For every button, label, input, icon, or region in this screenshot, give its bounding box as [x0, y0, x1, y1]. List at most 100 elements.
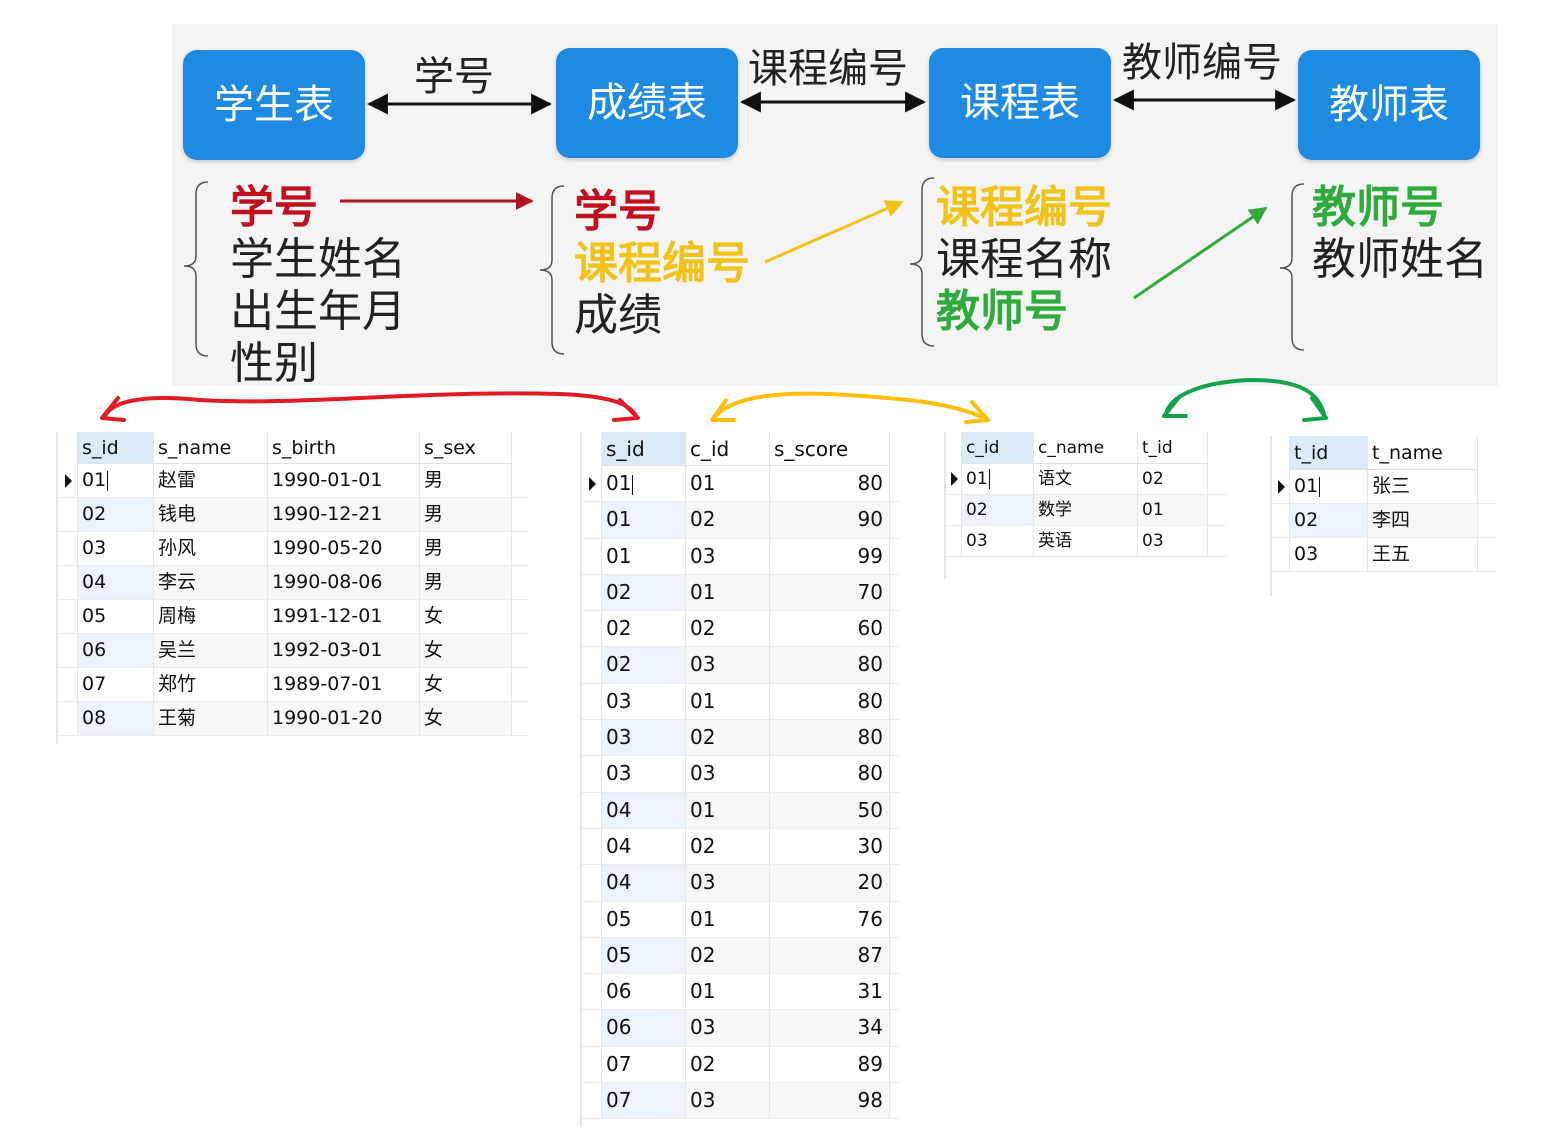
- cell-s-id[interactable]: 04: [602, 828, 686, 865]
- cell-c-id[interactable]: 01: [686, 792, 770, 828]
- row-indicator[interactable]: [582, 683, 602, 720]
- current-row-indicator[interactable]: [582, 466, 602, 502]
- cell-s-sex[interactable]: 男: [420, 532, 512, 565]
- table-row[interactable]: 03 01 80: [582, 683, 900, 721]
- row-indicator[interactable]: [58, 566, 78, 599]
- column-header-c-name[interactable]: c_name: [1034, 432, 1138, 464]
- cell-s-id[interactable]: 02: [602, 611, 686, 647]
- cell-c-id[interactable]: 02: [686, 502, 770, 538]
- table-row[interactable]: 05 周梅 1991-12-01 女: [58, 600, 528, 634]
- cell-s-name[interactable]: 周梅: [154, 600, 268, 633]
- cell-s-id[interactable]: 01: [602, 538, 686, 574]
- cell-t-id[interactable]: 03: [1290, 538, 1368, 571]
- cell-s-id[interactable]: 04: [602, 865, 686, 901]
- row-indicator[interactable]: [582, 720, 602, 756]
- cell-s-id[interactable]: 01: [78, 464, 154, 497]
- cell-s-id[interactable]: 07: [78, 668, 154, 701]
- cell-s-id[interactable]: 06: [78, 634, 154, 667]
- column-header-s-score[interactable]: s_score: [770, 432, 890, 466]
- row-indicator[interactable]: [1272, 504, 1290, 537]
- table-row[interactable]: 07 03 98: [582, 1083, 900, 1120]
- cell-s-id[interactable]: 07: [602, 1083, 686, 1119]
- cell-s-birth[interactable]: 1990-12-21: [268, 498, 420, 531]
- row-indicator[interactable]: [582, 792, 602, 828]
- cell-c-id[interactable]: 01: [686, 901, 770, 937]
- table-row[interactable]: 06 吴兰 1992-03-01 女: [58, 634, 528, 668]
- cell-s-score[interactable]: 80: [770, 720, 890, 756]
- table-row[interactable]: 05 02 87: [582, 937, 900, 975]
- row-indicator[interactable]: [58, 702, 78, 735]
- column-header-c-id[interactable]: c_id: [962, 432, 1034, 464]
- cell-s-name[interactable]: 吴兰: [154, 634, 268, 667]
- cell-s-score[interactable]: 34: [770, 1010, 890, 1046]
- cell-c-id[interactable]: 01: [686, 466, 770, 502]
- row-indicator[interactable]: [582, 865, 602, 901]
- row-indicator[interactable]: [582, 647, 602, 683]
- table-row[interactable]: 03 02 80: [582, 720, 900, 757]
- table-row[interactable]: 01 赵雷 1990-01-01 男: [58, 464, 528, 498]
- table-row[interactable]: 01 张三: [1272, 470, 1496, 504]
- cell-s-sex[interactable]: 女: [420, 634, 512, 667]
- cell-c-id[interactable]: 03: [686, 756, 770, 792]
- row-indicator[interactable]: [582, 502, 602, 538]
- cell-s-sex[interactable]: 女: [420, 668, 512, 701]
- cell-s-id[interactable]: 05: [602, 901, 686, 937]
- cell-s-score[interactable]: 80: [770, 683, 890, 720]
- table-row[interactable]: 02 03 80: [582, 647, 900, 684]
- cell-s-score[interactable]: 50: [770, 792, 890, 828]
- cell-s-id[interactable]: 03: [602, 720, 686, 756]
- column-header-s-name[interactable]: s_name: [154, 432, 268, 464]
- cell-t-id[interactable]: 03: [1138, 526, 1208, 556]
- row-indicator[interactable]: [582, 574, 602, 611]
- cell-s-sex[interactable]: 男: [420, 566, 512, 599]
- cell-t-name[interactable]: 王五: [1368, 538, 1478, 571]
- row-indicator[interactable]: [946, 526, 962, 556]
- cell-s-sex[interactable]: 男: [420, 498, 512, 531]
- row-indicator[interactable]: [582, 1046, 602, 1083]
- column-header-s-birth[interactable]: s_birth: [268, 432, 420, 464]
- column-header-s-id[interactable]: s_id: [602, 432, 686, 466]
- cell-c-id[interactable]: 03: [686, 1083, 770, 1119]
- cell-c-id[interactable]: 03: [686, 538, 770, 574]
- cell-s-score[interactable]: 76: [770, 901, 890, 937]
- cell-s-birth[interactable]: 1989-07-01: [268, 668, 420, 701]
- table-row[interactable]: 02 钱电 1990-12-21 男: [58, 498, 528, 532]
- cell-s-score[interactable]: 70: [770, 574, 890, 611]
- table-row[interactable]: 01 03 99: [582, 538, 900, 575]
- cell-s-name[interactable]: 赵雷: [154, 464, 268, 497]
- cell-c-name[interactable]: 数学: [1034, 495, 1138, 525]
- cell-s-sex[interactable]: 女: [420, 702, 512, 735]
- cell-t-id[interactable]: 01: [1138, 495, 1208, 525]
- cell-s-sex[interactable]: 女: [420, 600, 512, 633]
- cell-s-id[interactable]: 02: [78, 498, 154, 531]
- cell-t-name[interactable]: 李四: [1368, 504, 1478, 537]
- cell-c-id[interactable]: 02: [686, 937, 770, 974]
- table-row[interactable]: 03 孙风 1990-05-20 男: [58, 532, 528, 566]
- cell-s-birth[interactable]: 1992-03-01: [268, 634, 420, 667]
- cell-s-id[interactable]: 06: [602, 1010, 686, 1046]
- row-indicator[interactable]: [582, 901, 602, 937]
- current-row-indicator[interactable]: [1272, 470, 1290, 503]
- row-indicator[interactable]: [58, 600, 78, 633]
- cell-s-id[interactable]: 04: [78, 566, 154, 599]
- cell-c-id[interactable]: 01: [962, 464, 1034, 494]
- cell-s-name[interactable]: 李云: [154, 566, 268, 599]
- cell-s-score[interactable]: 30: [770, 828, 890, 865]
- row-indicator[interactable]: [58, 634, 78, 667]
- table-row[interactable]: 07 郑竹 1989-07-01 女: [58, 668, 528, 702]
- cell-c-id[interactable]: 03: [686, 1010, 770, 1046]
- cell-s-score[interactable]: 80: [770, 756, 890, 792]
- cell-s-birth[interactable]: 1991-12-01: [268, 600, 420, 633]
- table-row[interactable]: 06 03 34: [582, 1010, 900, 1047]
- cell-c-name[interactable]: 英语: [1034, 526, 1138, 556]
- row-indicator[interactable]: [58, 668, 78, 701]
- column-header-t-name[interactable]: t_name: [1368, 436, 1478, 470]
- column-header-s-id[interactable]: s_id: [78, 432, 154, 464]
- column-header-t-id[interactable]: t_id: [1138, 432, 1208, 464]
- column-header-t-id[interactable]: t_id: [1290, 436, 1368, 470]
- cell-t-id[interactable]: 01: [1290, 470, 1368, 503]
- row-indicator[interactable]: [582, 937, 602, 974]
- table-row[interactable]: 07 02 89: [582, 1046, 900, 1084]
- cell-s-score[interactable]: 60: [770, 611, 890, 647]
- table-row[interactable]: 01 01 80: [582, 466, 900, 503]
